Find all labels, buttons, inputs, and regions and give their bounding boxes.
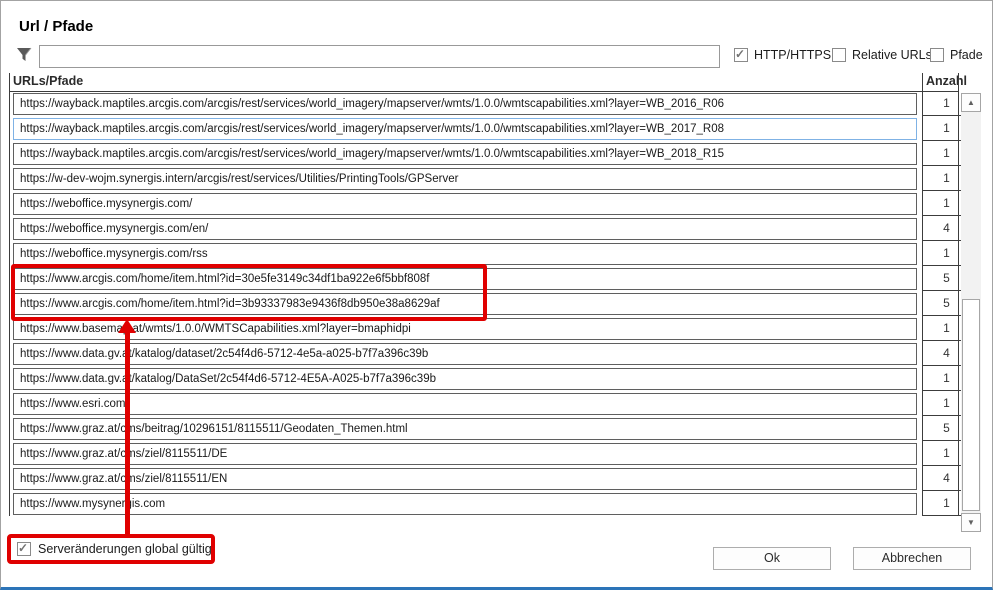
table-row[interactable]: https://wayback.maptiles.arcgis.com/arcg…: [13, 118, 959, 140]
scroll-down-icon[interactable]: ▼: [961, 513, 981, 532]
global-valid-checkbox-group[interactable]: ✓ Serveränderungen global gültig: [17, 542, 212, 556]
scroll-up-icon[interactable]: ▲: [961, 93, 981, 112]
table-row[interactable]: https://www.arcgis.com/home/item.html?id…: [13, 293, 959, 315]
relative-urls-label: Relative URLs: [852, 48, 932, 62]
table-row[interactable]: https://wayback.maptiles.arcgis.com/arcg…: [13, 93, 959, 115]
http-https-label: HTTP/HTTPS: [754, 48, 831, 62]
url-cell[interactable]: https://www.arcgis.com/home/item.html?id…: [13, 293, 917, 315]
url-cell[interactable]: https://www.data.gv.at/katalog/dataset/2…: [13, 343, 917, 365]
url-cell[interactable]: https://www.arcgis.com/home/item.html?id…: [13, 268, 917, 290]
table-row[interactable]: https://wayback.maptiles.arcgis.com/arcg…: [13, 143, 959, 165]
table-left-border: [9, 73, 10, 516]
url-cell[interactable]: https://wayback.maptiles.arcgis.com/arcg…: [13, 143, 917, 165]
http-https-checkbox[interactable]: ✓: [734, 48, 748, 62]
annotation-arrow-icon: [118, 319, 136, 333]
url-cell[interactable]: https://wayback.maptiles.arcgis.com/arcg…: [13, 118, 917, 140]
table-row[interactable]: https://weboffice.mysynergis.com/1: [13, 193, 959, 215]
url-cell[interactable]: https://www.esri.com: [13, 393, 917, 415]
url-cell[interactable]: https://weboffice.mysynergis.com/: [13, 193, 917, 215]
url-cell[interactable]: https://weboffice.mysynergis.com/rss: [13, 243, 917, 265]
table-row[interactable]: https://weboffice.mysynergis.com/rss1: [13, 243, 959, 265]
url-cell[interactable]: https://www.graz.at/cms/ziel/8115511/DE: [13, 443, 917, 465]
table-row[interactable]: https://www.graz.at/cms/ziel/8115511/DE1: [13, 443, 959, 465]
global-valid-checkbox[interactable]: ✓: [17, 542, 31, 556]
table-row[interactable]: https://www.graz.at/cms/beitrag/10296151…: [13, 418, 959, 440]
scrollbar-thumb[interactable]: [962, 299, 980, 511]
url-cell[interactable]: https://wayback.maptiles.arcgis.com/arcg…: [13, 93, 917, 115]
url-cell[interactable]: https://www.graz.at/cms/beitrag/10296151…: [13, 418, 917, 440]
cancel-button[interactable]: Abbrechen: [853, 547, 971, 570]
column-header-anzahl: Anzahl: [926, 74, 967, 88]
table-row[interactable]: https://www.basemap.at/wmts/1.0.0/WMTSCa…: [13, 318, 959, 340]
pfade-checkbox[interactable]: ✓: [930, 48, 944, 62]
checkbox-http-https[interactable]: ✓ HTTP/HTTPS: [734, 48, 831, 62]
filter-icon: [15, 45, 35, 65]
table-row[interactable]: https://www.mysynergis.com1: [13, 493, 959, 515]
table-row[interactable]: https://w-dev-wojm.synergis.intern/arcgi…: [13, 168, 959, 190]
table-row[interactable]: https://www.data.gv.at/katalog/dataset/2…: [13, 343, 959, 365]
global-valid-label: Serveränderungen global gültig: [38, 542, 212, 556]
pfade-label: Pfade: [950, 48, 983, 62]
column-header-urls: URLs/Pfade: [13, 74, 83, 88]
table-row[interactable]: https://www.esri.com1: [13, 393, 959, 415]
url-cell[interactable]: https://www.graz.at/cms/ziel/8115511/EN: [13, 468, 917, 490]
url-cell[interactable]: https://www.data.gv.at/katalog/DataSet/2…: [13, 368, 917, 390]
filter-input[interactable]: [39, 45, 720, 68]
url-cell[interactable]: https://www.basemap.at/wmts/1.0.0/WMTSCa…: [13, 318, 917, 340]
checkmark-icon: ✓: [735, 47, 745, 61]
url-cell[interactable]: https://www.mysynergis.com: [13, 493, 917, 515]
url-pfade-dialog: Url / Pfade ✓ HTTP/HTTPS ✓ Relative URLs…: [0, 0, 993, 590]
checkmark-icon: ✓: [18, 541, 28, 555]
ok-button[interactable]: Ok: [713, 547, 831, 570]
header-divider: [9, 91, 959, 92]
relative-urls-checkbox[interactable]: ✓: [832, 48, 846, 62]
table-row[interactable]: https://www.data.gv.at/katalog/DataSet/2…: [13, 368, 959, 390]
url-cell[interactable]: https://weboffice.mysynergis.com/en/: [13, 218, 917, 240]
table-row[interactable]: https://www.graz.at/cms/ziel/8115511/EN4: [13, 468, 959, 490]
annotation-arrow-shaft: [125, 332, 130, 534]
table-row[interactable]: https://www.arcgis.com/home/item.html?id…: [13, 268, 959, 290]
checkbox-pfade[interactable]: ✓ Pfade: [930, 48, 983, 62]
table-row[interactable]: https://weboffice.mysynergis.com/en/4: [13, 218, 959, 240]
page-title: Url / Pfade: [19, 18, 93, 35]
scrollbar[interactable]: ▲ ▼: [961, 93, 981, 532]
checkbox-relative-urls[interactable]: ✓ Relative URLs: [832, 48, 932, 62]
url-cell[interactable]: https://w-dev-wojm.synergis.intern/arcgi…: [13, 168, 917, 190]
